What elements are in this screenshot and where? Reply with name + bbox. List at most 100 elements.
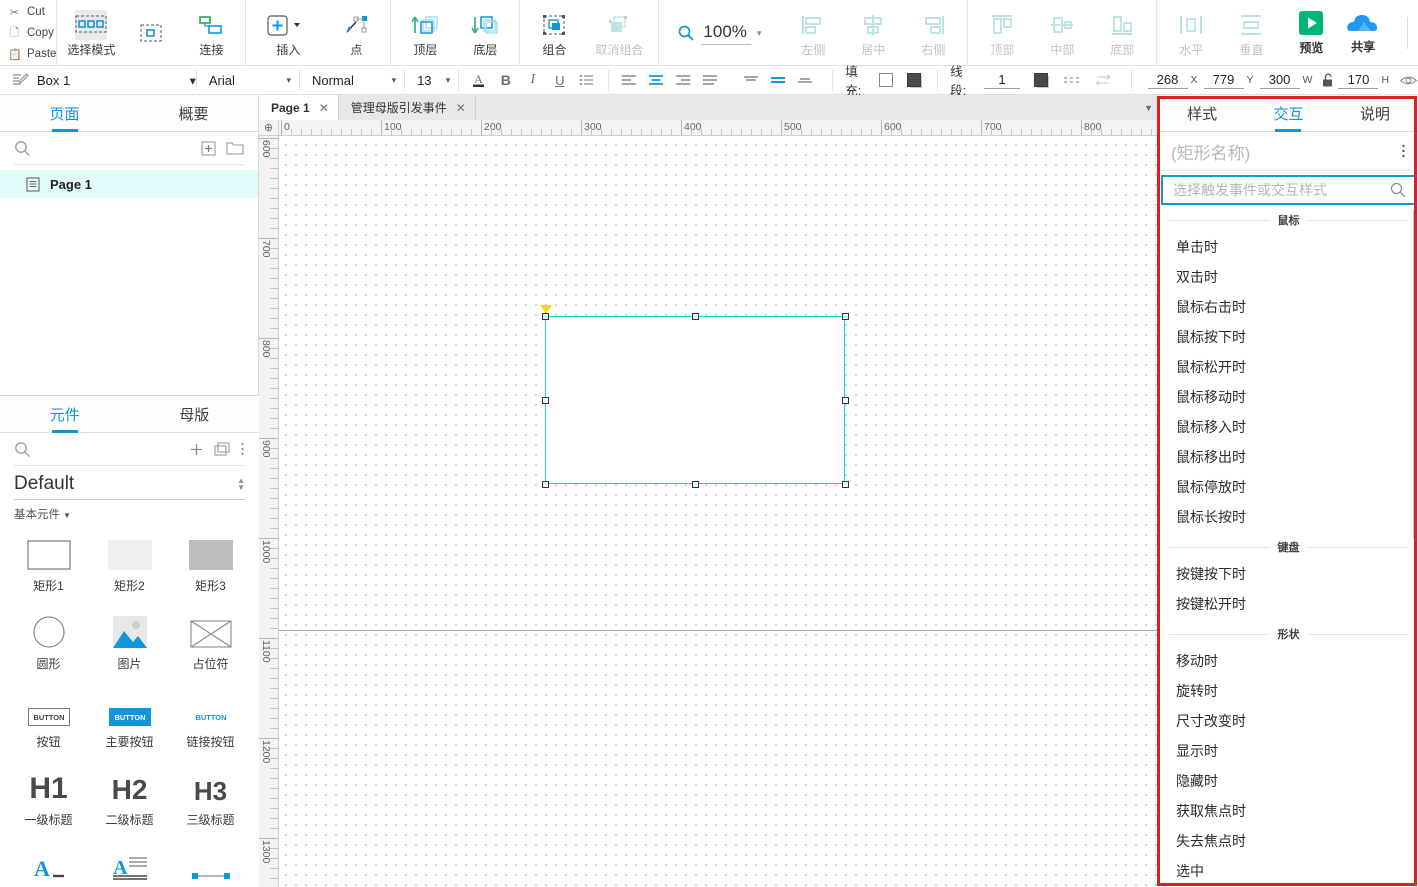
duplicate-icon[interactable] [214,441,230,457]
resize-handle[interactable] [691,312,699,320]
search-icon[interactable] [14,140,31,157]
font-size-select[interactable]: 13 ▾ [405,66,458,95]
document-tab-page1[interactable]: Page 1 ✕ [259,95,339,120]
line-color-swatch[interactable] [1033,73,1048,87]
chevron-down-icon[interactable]: ▾ [276,75,291,86]
cut-button[interactable]: ✂ Cut [8,2,56,23]
add-page-icon[interactable] [201,140,216,156]
line-dashed-icon[interactable] [1060,67,1086,94]
widget-item-text-label[interactable]: A 文本标签 [8,842,89,887]
widget-item-ellipse[interactable]: 圆形 [8,608,89,672]
event-list-item[interactable]: 鼠标松开时 [1159,352,1418,382]
bring-to-front-button[interactable]: 顶层 [395,0,455,66]
library-select[interactable]: Default ▲ ▼ [14,468,245,500]
widget-item-primary-button[interactable]: BUTTON 主要按钮 [89,686,170,750]
resize-handle[interactable] [541,480,549,488]
resize-handle[interactable] [541,396,549,404]
tab-overflow-icon[interactable]: ▼ [1144,103,1153,113]
event-list-item[interactable]: 按键按下时 [1159,559,1418,589]
zoom-value[interactable]: 100% [701,21,751,45]
chevron-down-icon[interactable]: ▾ [382,75,397,86]
copy-button[interactable]: 🗋 Copy [8,23,56,44]
group-button[interactable]: 组合 [524,0,584,66]
select-mode-button[interactable]: 选择模式 [61,0,121,66]
event-list-item[interactable]: 鼠标长按时 [1159,502,1418,532]
horizontal-ruler[interactable]: 0 100 200 300 400 500 600 700 800 [279,120,1159,136]
event-list-item[interactable]: 鼠标按下时 [1159,322,1418,352]
text-align-left-icon[interactable] [615,67,642,94]
ruler-origin-icon[interactable]: ⊕ [259,120,279,136]
y-input[interactable]: 779 [1203,72,1244,89]
connect-button[interactable]: 连接 [181,0,241,66]
event-list-item[interactable]: 失去焦点时 [1159,826,1418,856]
text-valign-top-icon[interactable] [737,67,764,94]
distribute-horizontal-button[interactable]: 水平 [1161,0,1221,66]
align-left-button[interactable]: 左侧 [783,0,843,66]
select-box-button[interactable] [121,0,181,66]
chevron-down-icon[interactable]: ▾ [757,28,762,39]
design-grid[interactable] [279,136,1159,887]
resize-handle[interactable] [841,396,849,404]
ungroup-button[interactable]: 取消组合 [584,0,654,66]
event-list-item[interactable]: 获取焦点时 [1159,796,1418,826]
close-icon[interactable]: ✕ [319,101,329,115]
event-list-item[interactable]: 鼠标移出时 [1159,442,1418,472]
page-list-item[interactable]: Page 1 [0,170,258,198]
event-list-item[interactable]: 鼠标移入时 [1159,412,1418,442]
font-family-select[interactable]: Arial ▾ [197,66,299,95]
insert-button[interactable]: 插入 [250,0,326,66]
align-middle-button[interactable]: 中部 [1032,0,1092,66]
preview-button[interactable]: 预览 [1285,10,1337,56]
distribute-vertical-button[interactable]: 垂直 [1221,0,1281,66]
event-list-item[interactable]: 选中 [1159,856,1418,886]
text-valign-bottom-icon[interactable] [791,67,818,94]
event-list-item[interactable]: 按键松开时 [1159,589,1418,619]
line-width-input[interactable]: 1 [983,72,1020,89]
tab-notes[interactable]: 说明 [1332,95,1418,131]
widget-item-h1[interactable]: H1 一级标题 [8,764,89,828]
text-align-center-icon[interactable] [642,67,669,94]
event-list-scrollbar[interactable] [1413,209,1417,539]
event-list-item[interactable]: 鼠标移动时 [1159,382,1418,412]
text-align-right-icon[interactable] [669,67,696,94]
search-icon[interactable] [14,441,31,458]
underline-icon[interactable]: U [546,67,573,94]
italic-icon[interactable]: I [519,67,546,94]
library-category[interactable]: 基本元件 ▼ [0,500,259,526]
share-button[interactable]: 共享 [1337,11,1389,55]
event-list-item[interactable]: 双击时 [1159,262,1418,292]
more-vertical-icon[interactable] [1401,143,1406,159]
unlock-icon[interactable] [1318,72,1338,88]
event-search-input[interactable]: 选择触发事件或交互样式 [1161,175,1416,205]
align-bottom-button[interactable]: 底部 [1092,0,1152,66]
tab-interactions[interactable]: 交互 [1245,95,1331,131]
shape-name-field[interactable]: (矩形名称) [1159,132,1418,171]
vertical-ruler[interactable]: 600 700 800 900 1000 1100 1200 1300 [259,136,279,887]
x-input[interactable]: 268 [1147,72,1188,89]
arrow-style-icon[interactable] [1090,67,1116,94]
tab-style[interactable]: 样式 [1159,95,1245,131]
tab-outline[interactable]: 概要 [129,95,258,131]
widget-item-horizontal-line[interactable]: 水平线 [170,842,251,887]
widget-item-link-button[interactable]: BUTTON 链接按钮 [170,686,251,750]
widget-item-rectangle2[interactable]: 矩形2 [89,530,170,594]
text-align-justify-icon[interactable] [696,67,723,94]
widget-item-h3[interactable]: H3 三级标题 [170,764,251,828]
widget-item-rectangle1[interactable]: 矩形1 [8,530,89,594]
resize-handle[interactable] [841,480,849,488]
fill-color-swatch[interactable] [879,73,894,87]
stepper-icon[interactable]: ▲ ▼ [237,476,245,491]
h-input[interactable]: 170 [1338,72,1379,89]
search-icon[interactable] [1390,182,1406,198]
event-list-item[interactable]: 尺寸改变时 [1159,706,1418,736]
bullet-list-icon[interactable] [573,67,600,94]
event-list[interactable]: 鼠标 单击时 双击时 鼠标右击时 鼠标按下时 鼠标松开时 鼠标移动时 鼠标移入时 鼠标移出时 鼠标… [1159,205,1418,887]
text-valign-middle-icon[interactable] [764,67,791,94]
fill-gradient-swatch[interactable] [907,73,922,87]
eye-icon[interactable] [1395,74,1418,87]
align-center-button[interactable]: 居中 [843,0,903,66]
tab-widgets[interactable]: 元件 [0,396,130,432]
event-list-item[interactable]: 单击时 [1159,232,1418,262]
resize-handle[interactable] [841,312,849,320]
align-right-button[interactable]: 右侧 [903,0,963,66]
